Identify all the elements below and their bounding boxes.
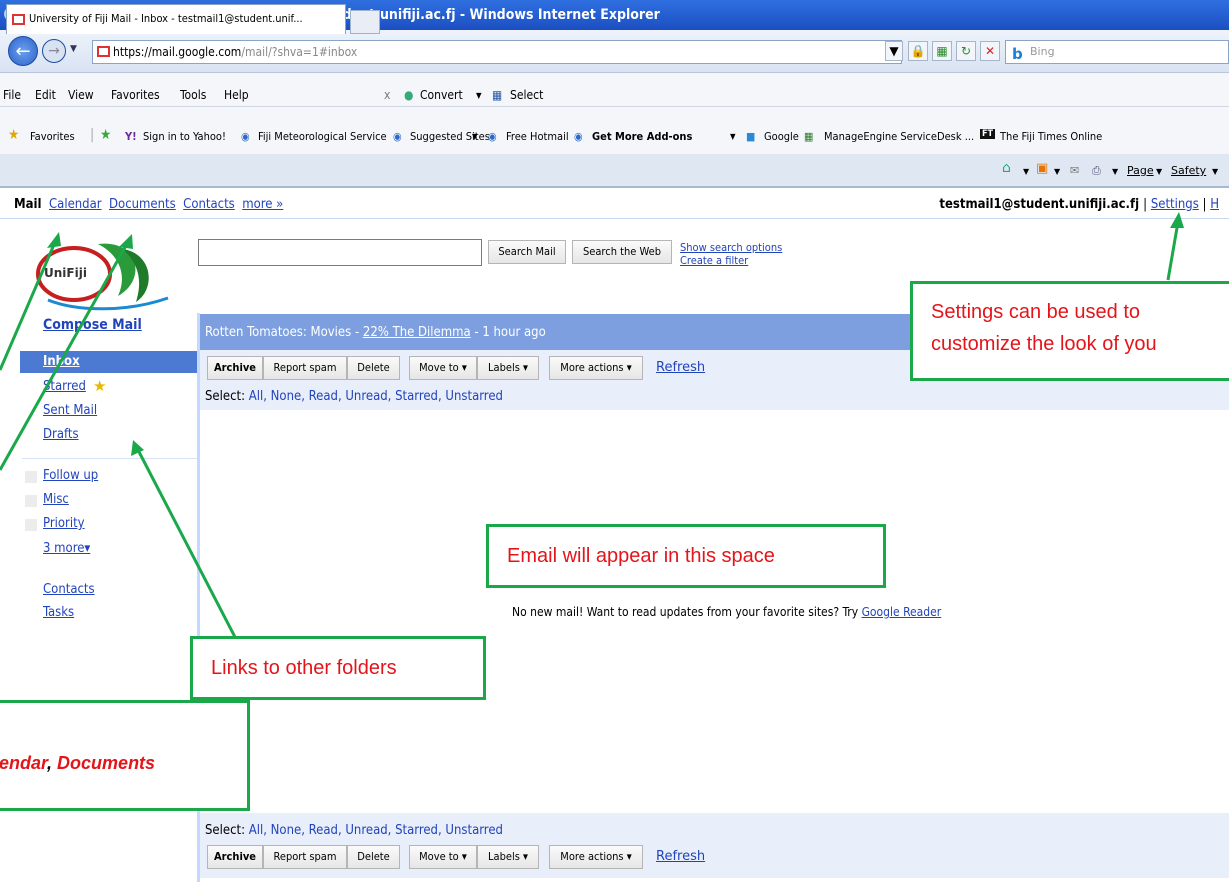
annotation-separator: , xyxy=(47,753,58,773)
annotation-folders: Links to other folders xyxy=(190,636,486,700)
annotation-settings: Settings can be used to customize the lo… xyxy=(910,281,1229,381)
annotation-calendar-text: endar xyxy=(0,753,48,773)
annotation-documents-text: Documents xyxy=(57,753,156,773)
annotation-email-space: Email will appear in this space xyxy=(486,524,886,588)
annotation-settings-line2: customize the look of you xyxy=(931,333,1157,355)
annotation-settings-line1: Settings can be used to xyxy=(931,301,1141,323)
annotation-calendar-documents: endar, Documents xyxy=(0,700,250,811)
screenshot: e University of Fiji Mail - Inbox - test… xyxy=(0,0,1229,882)
